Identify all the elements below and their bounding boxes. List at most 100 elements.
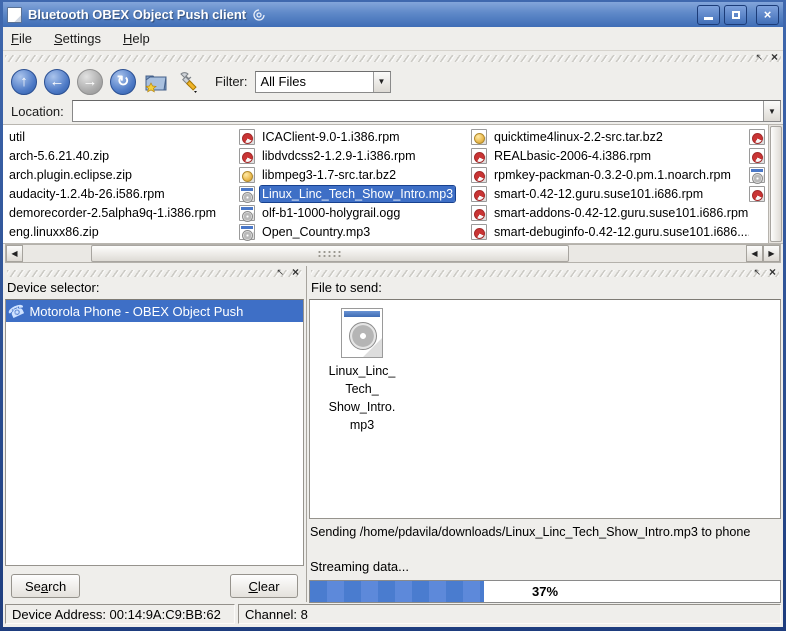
search-button[interactable]: Search [11,574,80,598]
file-name: demorecorder-2.5alpha9q-1.i386.rpm [7,205,218,221]
new-folder-button[interactable] [143,69,169,95]
rpm-file-icon [471,148,487,164]
rpm-file-icon [471,224,487,240]
audio-file-icon [239,186,255,202]
send-file-area: Linux_Linc_ Tech_ Show_Intro. mp3 [309,299,781,519]
location-input[interactable] [73,101,763,121]
file-name: REALbasic-2006-4.i386.rpm [492,148,653,164]
clear-button[interactable]: Clear [230,574,298,598]
minimize-button[interactable] [697,5,720,25]
arrow-left-icon: ← [50,74,65,89]
file-list: utilarch-5.6.21.40.zip arch.plugin.eclips… [3,124,783,244]
file-item[interactable]: quicktime4linux-2.2-src.tar.bz2 [471,127,749,146]
file-name: util [7,129,27,145]
file-item[interactable]: audacity-1.2.4b-26.i586.rpm [7,184,239,203]
file-browser-dock-handle[interactable]: ↖ × [5,52,781,65]
tar-file-icon [239,167,255,183]
maximize-button[interactable] [724,5,747,25]
file-item[interactable]: eng.linuxx86.zip [7,222,239,241]
file-item[interactable]: libmpeg3-1.7-src.tar.bz2 [239,165,471,184]
menu-help[interactable]: Help [123,31,150,46]
scroll-left-button[interactable]: ◀ [6,245,23,262]
forward-button: → [77,69,103,95]
scroll-right-button[interactable]: ▶ [763,245,780,262]
scroll-left-button-2[interactable]: ◀ [746,245,763,262]
file-to-send-dock: ↖ × File to send: Linux_Linc_ Tech_ Show… [307,266,783,602]
file-item[interactable]: smart-debuginfo-0.42-12.guru.suse101.i68… [471,222,749,241]
file-item[interactable]: smart-addons-0.42-12.guru.suse101.i686.r… [471,203,749,222]
undock-icon[interactable]: ↖ [276,266,284,278]
device-list-item[interactable]: ☎Motorola Phone - OBEX Object Push [6,300,303,322]
app-icon [7,7,22,23]
file-column: utilarch-5.6.21.40.zip arch.plugin.eclips… [7,127,239,243]
device-buttons-row: Search Clear [5,570,304,602]
file-name: smart-addons-0.42-12.guru.suse101.i686.r… [492,205,749,221]
location-row: Location: ▼ [3,98,783,124]
titlebar: Bluetooth OBEX Object Push client × [3,2,783,27]
app-window: Bluetooth OBEX Object Push client × File… [0,0,786,631]
file-name: smart-0.42-12.guru.suse101.i686.rpm [492,186,705,202]
file-item[interactable]: Linux_Linc_Tech_Show_Intro.mp3 [239,184,471,203]
file-item[interactable]: arch.plugin.eclipse.zip [7,165,239,184]
bottom-docks: ↖ × Device selector: ☎Motorola Phone - O… [3,266,783,602]
back-button[interactable]: ← [44,69,70,95]
close-icon: × [764,8,772,21]
tar-file-icon [471,129,487,145]
undock-icon[interactable]: ↖ [753,266,761,278]
undock-icon[interactable]: ↖ [755,51,763,63]
status-channel: Channel: 8 [238,604,781,624]
configure-wrench-icon [177,70,201,94]
file-item[interactable]: REALbasic-2006-4.i386.rpm [471,146,749,165]
device-list: ☎Motorola Phone - OBEX Object Push [5,299,304,566]
dock-close-icon[interactable]: × [292,266,299,278]
file-item[interactable]: arch-5.6.21.40.zip [7,146,239,165]
arrow-right-icon: → [83,74,98,89]
reload-button[interactable]: ↻ [110,69,136,95]
sending-status-text: Sending /home/pdavila/downloads/Linux_Li… [309,519,781,549]
reload-icon: ↻ [117,74,130,89]
rpm-file-icon [471,205,487,221]
filter-dropdown-button[interactable]: ▼ [373,72,390,92]
phone-icon: ☎ [6,301,28,321]
dock-close-icon[interactable]: × [769,266,776,278]
file-name: Linux_Linc_Tech_Show_Intro.mp3 [260,186,455,202]
file-item[interactable]: olf-b1-1000-holygrail.ogg [239,203,471,222]
window-content: File Settings Help ↖ × ↑ ← → ↻ [3,27,783,627]
vertical-scrollbar-thumb[interactable] [770,126,782,242]
new-folder-icon [144,71,168,93]
file-item[interactable]: util [7,127,239,146]
file-name: ICAClient-9.0-1.i386.rpm [260,129,402,145]
rpm-file-icon [239,129,255,145]
dock-close-icon[interactable]: × [771,51,778,63]
up-button[interactable]: ↑ [11,69,37,95]
configure-button[interactable] [176,69,202,95]
audio-file-icon [749,167,765,183]
rpm-file-icon [749,186,765,202]
rpm-file-icon [749,148,765,164]
file-item[interactable]: rpmkey-packman-0.3.2-0.pm.1.noarch.rpm [471,165,749,184]
horizontal-scrollbar[interactable]: ◀ ◀ ▶ [5,244,781,263]
file-column: ICAClient-9.0-1.i386.rpmlibdvdcss2-1.2.9… [239,127,471,243]
send-dock-handle[interactable]: ↖ × [311,267,779,280]
send-file-item[interactable]: Linux_Linc_ Tech_ Show_Intro. mp3 [316,308,408,435]
menu-file[interactable]: File [11,31,32,46]
filter-combobox[interactable]: All Files ▼ [255,71,391,93]
rpm-file-icon [239,148,255,164]
device-dock-handle[interactable]: ↖ × [7,267,302,280]
file-item[interactable]: libdvdcss2-1.2.9-1.i386.rpm [239,146,471,165]
location-dropdown-button[interactable]: ▼ [763,101,780,121]
arrow-up-icon: ↑ [20,74,28,89]
menu-settings[interactable]: Settings [54,31,101,46]
progress-bar: 37% [309,580,781,603]
file-item[interactable]: ICAClient-9.0-1.i386.rpm [239,127,471,146]
file-item[interactable]: smart-0.42-12.guru.suse101.i686.rpm [471,184,749,203]
horizontal-scrollbar-thumb[interactable] [91,245,569,262]
file-item[interactable]: Open_Country.mp3 [239,222,471,241]
file-item[interactable]: demorecorder-2.5alpha9q-1.i386.rpm [7,203,239,222]
device-selector-dock: ↖ × Device selector: ☎Motorola Phone - O… [3,266,307,602]
close-button[interactable]: × [756,5,779,25]
file-name: arch.plugin.eclipse.zip [7,167,134,183]
vertical-scrollbar[interactable] [768,125,783,243]
file-name: olf-b1-1000-holygrail.ogg [260,205,402,221]
menubar: File Settings Help [3,27,783,51]
